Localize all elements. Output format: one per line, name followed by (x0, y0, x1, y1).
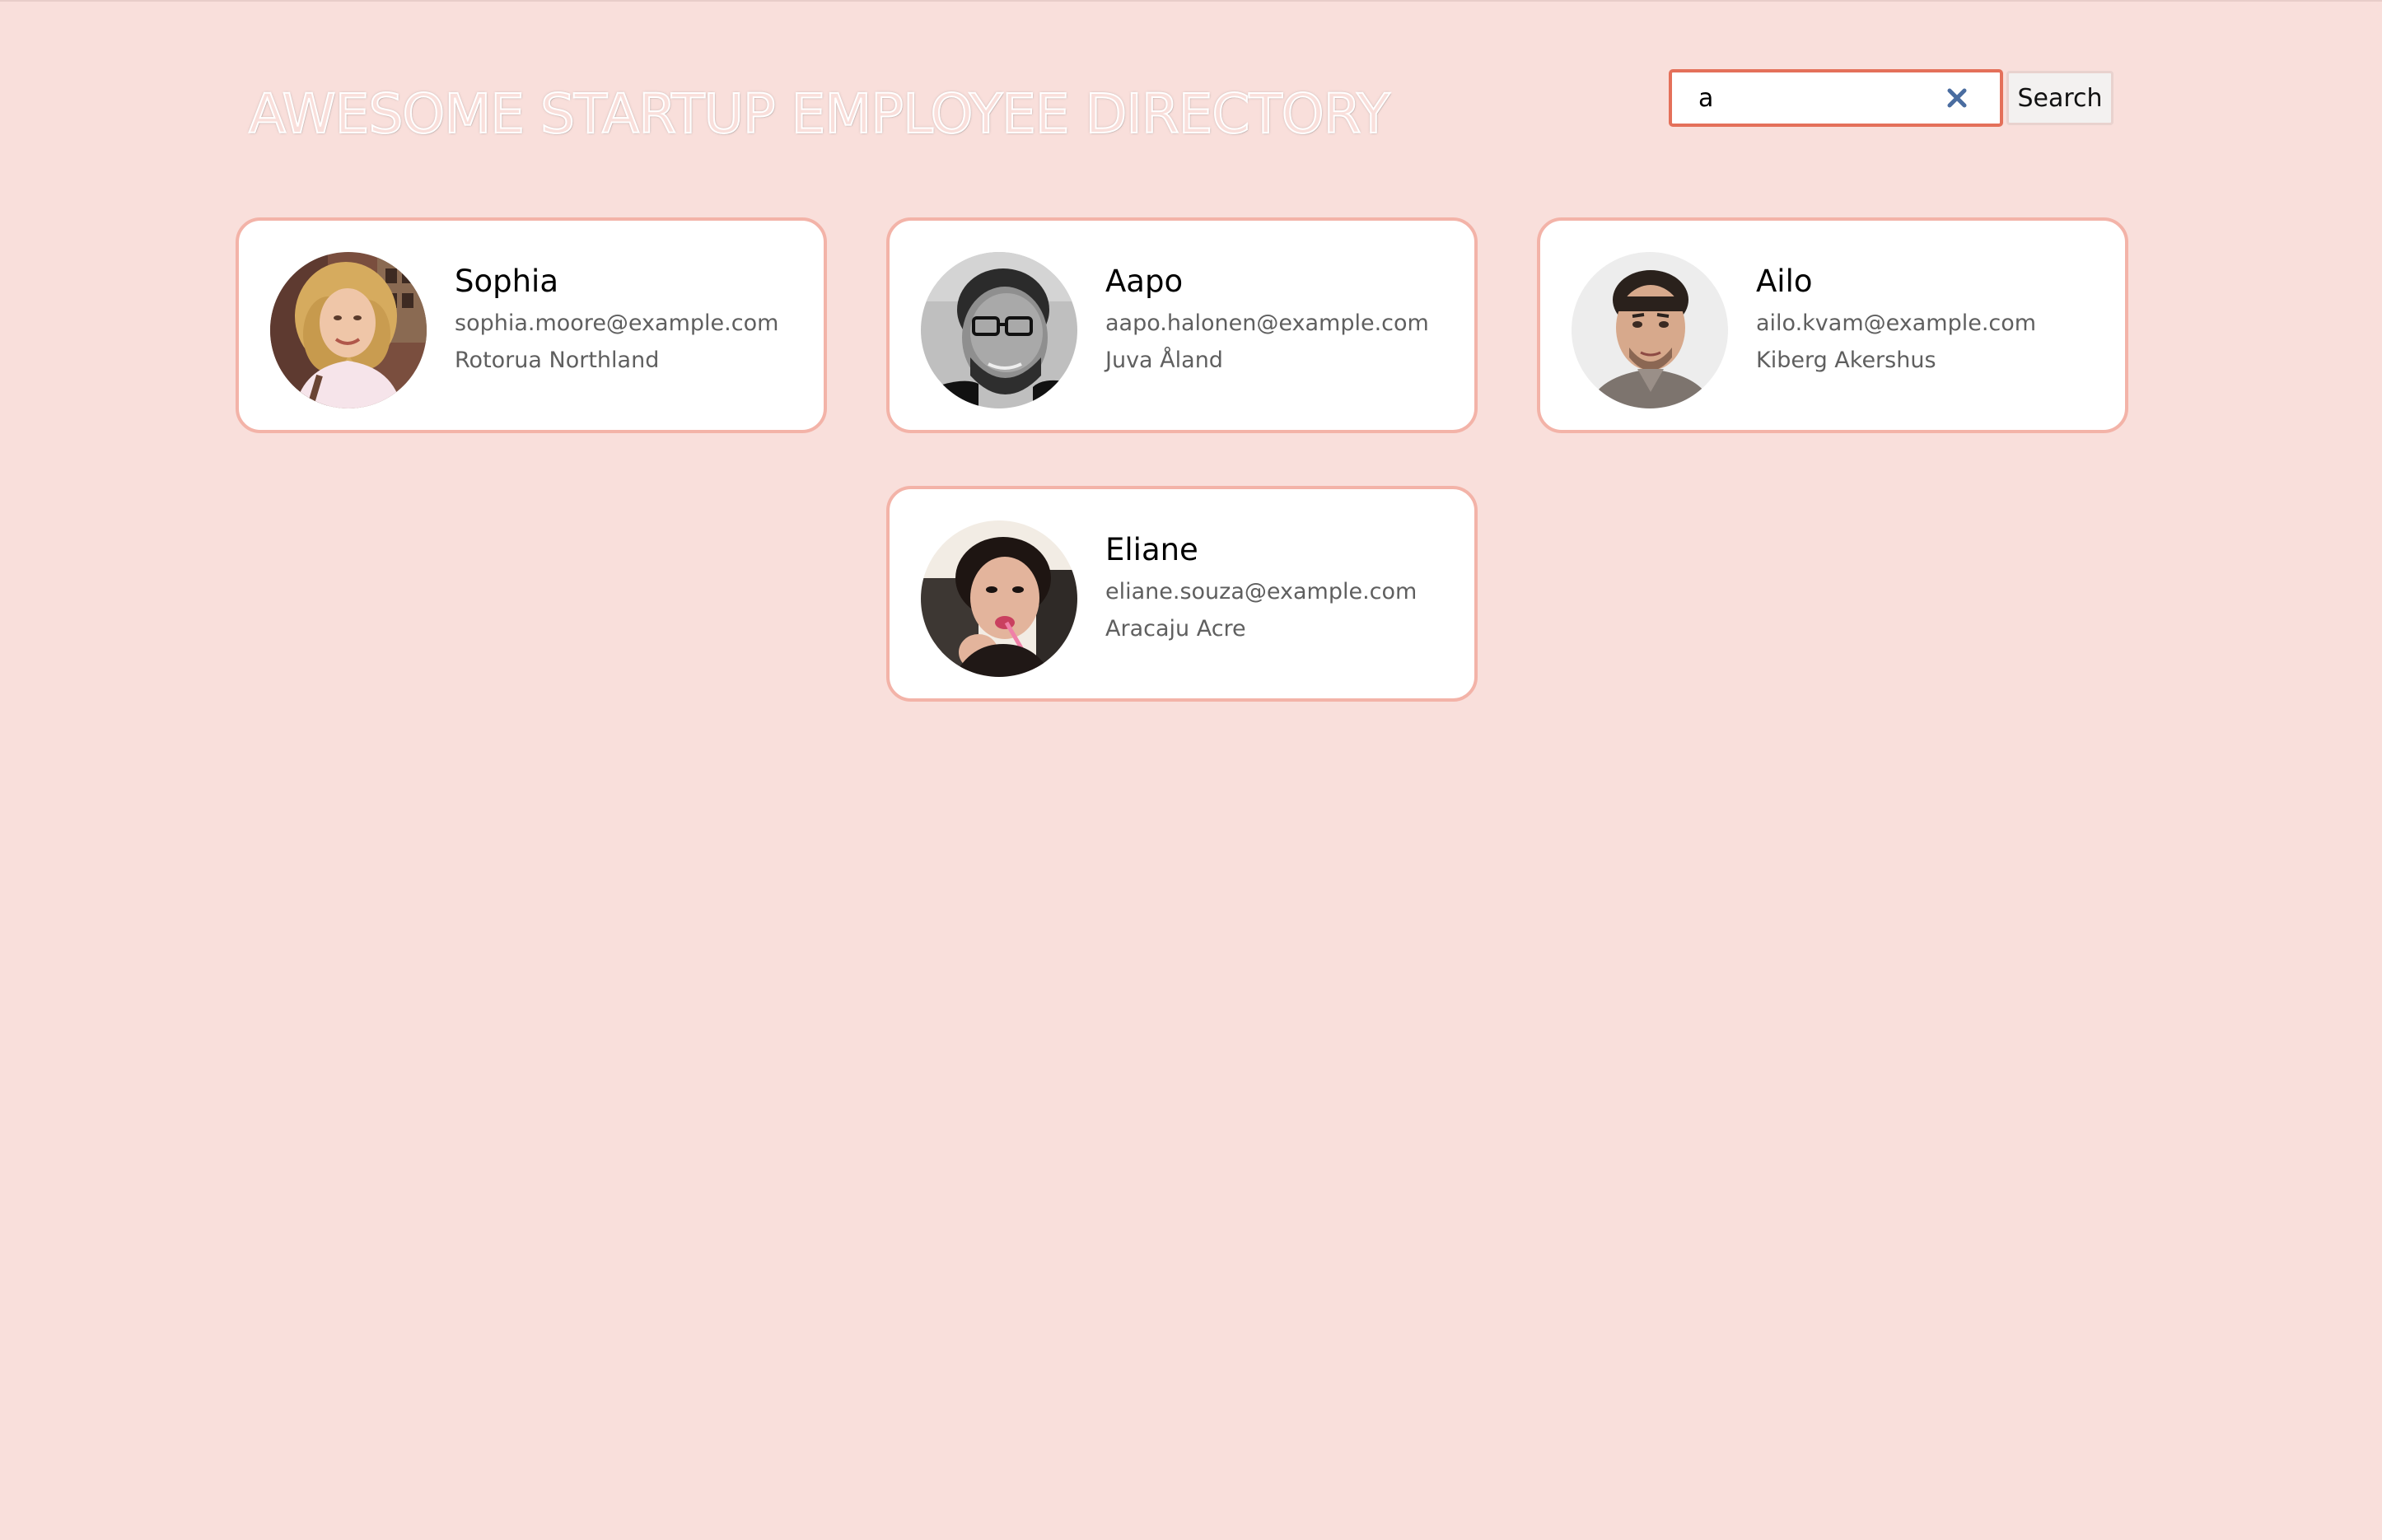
avatar (270, 252, 427, 408)
search-box (1669, 69, 2003, 127)
employee-email: eliane.souza@example.com (1105, 579, 1418, 604)
employee-info: Eliane eliane.souza@example.com Aracaju … (1105, 532, 1417, 642)
employee-info: Sophia sophia.moore@example.com Rotorua … (455, 264, 778, 373)
employee-name: Eliane (1105, 532, 1198, 567)
employee-card[interactable]: Aapo aapo.halonen@example.com Juva Åland (886, 217, 1478, 433)
page-title: AWESOME STARTUP EMPLOYEE DIRECTORY (248, 82, 1391, 147)
employee-email: ailo.kvam@example.com (1756, 310, 2037, 336)
employee-info: Aapo aapo.halonen@example.com Juva Åland (1105, 264, 1429, 373)
employee-card[interactable]: Eliane eliane.souza@example.com Aracaju … (886, 486, 1478, 702)
avatar (921, 252, 1077, 408)
page-header: AWESOME STARTUP EMPLOYEE DIRECTORY Searc… (0, 0, 2382, 189)
employee-info: Ailo ailo.kvam@example.com Kiberg Akersh… (1756, 264, 2036, 373)
employee-name: Ailo (1756, 264, 1813, 299)
avatar (1572, 252, 1728, 408)
employee-location: Aracaju Acre (1105, 616, 1246, 642)
employee-location: Juva Åland (1105, 348, 1223, 373)
employee-email: sophia.moore@example.com (455, 310, 779, 336)
search-form: Search (1669, 69, 2113, 127)
employee-location: Rotorua Northland (455, 348, 660, 373)
close-icon[interactable] (1945, 86, 1969, 110)
employee-location: Kiberg Akershus (1756, 348, 1936, 373)
avatar (921, 520, 1077, 677)
employee-card[interactable]: Sophia sophia.moore@example.com Rotorua … (236, 217, 827, 433)
employee-name: Aapo (1105, 264, 1184, 299)
search-button[interactable]: Search (2006, 71, 2113, 125)
employee-name: Sophia (455, 264, 559, 299)
employee-card[interactable]: Ailo ailo.kvam@example.com Kiberg Akersh… (1537, 217, 2128, 433)
employee-email: aapo.halonen@example.com (1105, 310, 1429, 336)
